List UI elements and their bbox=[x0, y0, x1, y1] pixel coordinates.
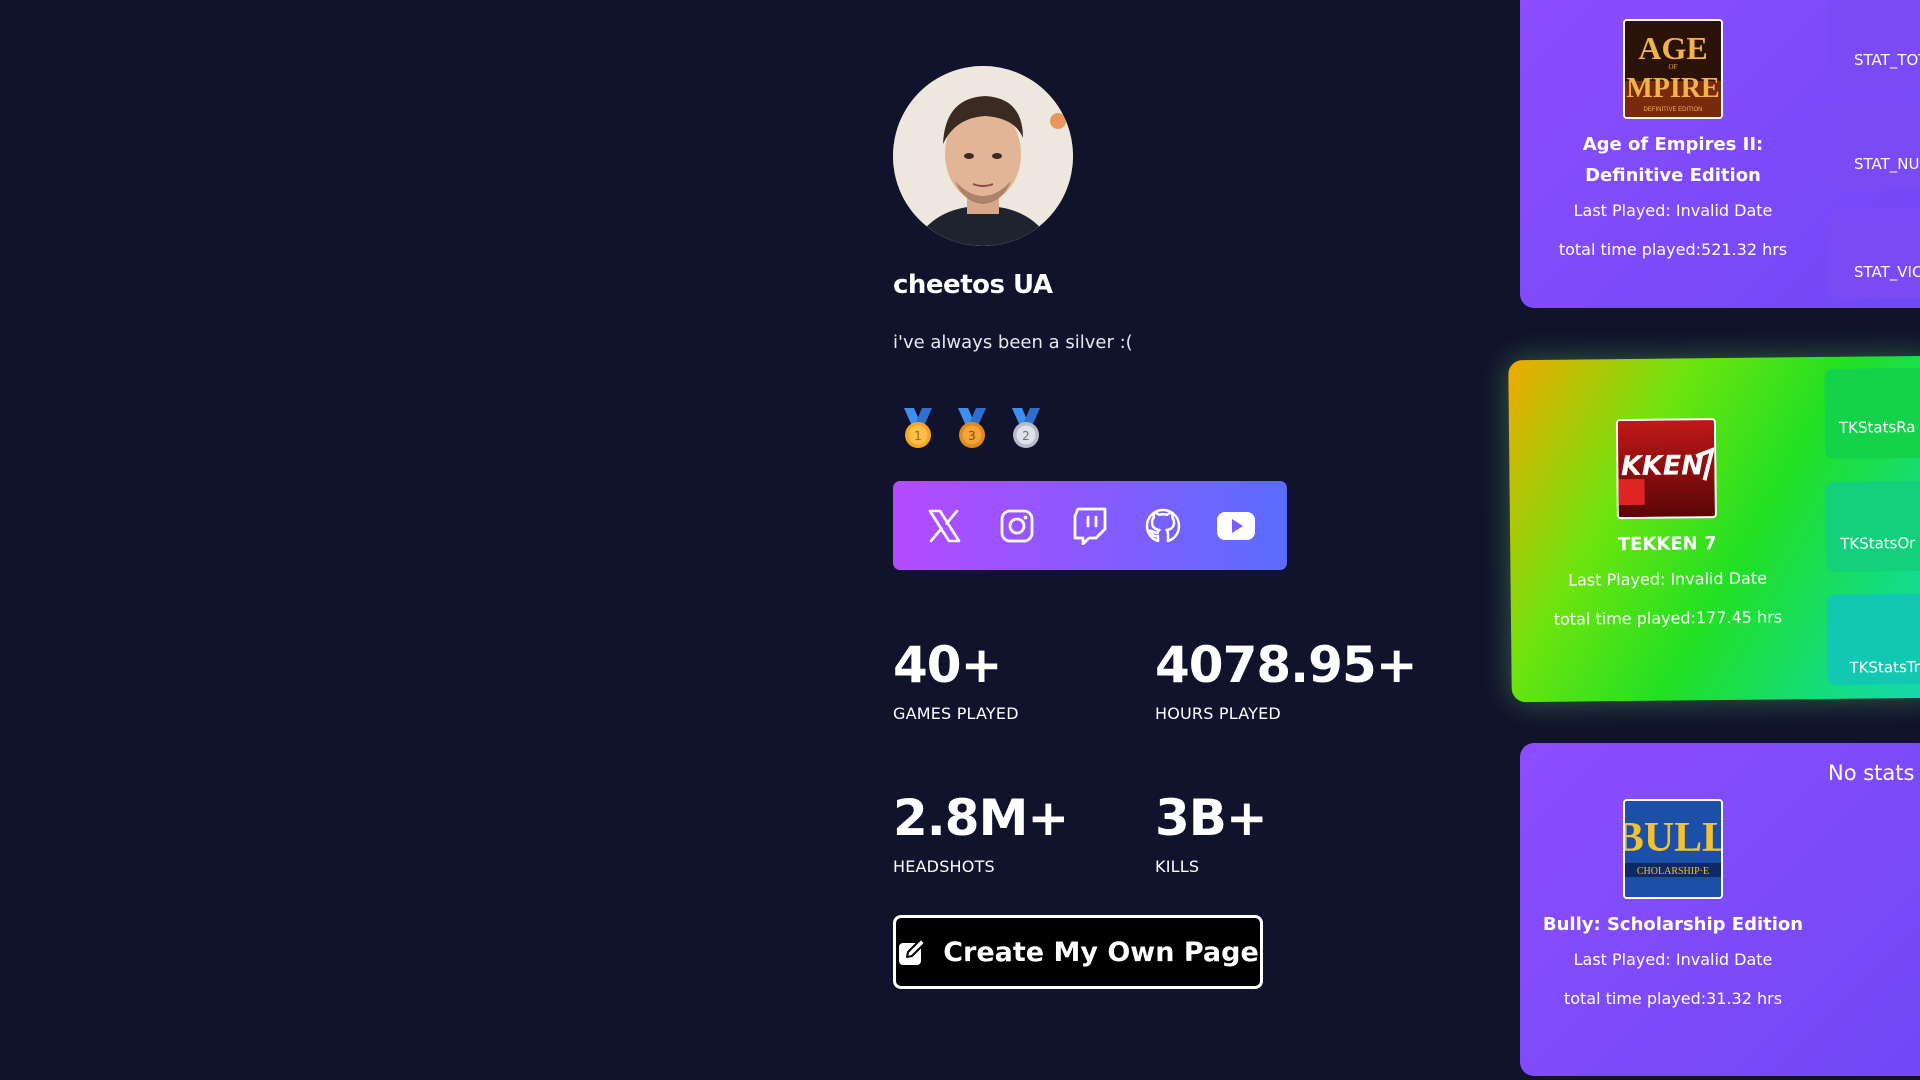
medal-icon: 2 bbox=[1012, 408, 1040, 448]
edit-icon bbox=[899, 938, 927, 965]
svg-text:KKEN: KKEN bbox=[1621, 450, 1705, 482]
game-title: Bully: Scholarship Edition bbox=[1542, 914, 1804, 935]
last-played: Last Played: Invalid Date bbox=[1573, 950, 1773, 969]
svg-text:BULL: BULL bbox=[1625, 815, 1721, 861]
game-cover: BULL CHOLARSHIP·E bbox=[1623, 799, 1723, 899]
stat-hours-played: 4078.95+ HOURS PLAYED bbox=[1155, 636, 1418, 723]
stat-value: 2.8M+ bbox=[893, 789, 1069, 847]
medal-icon: 1 bbox=[904, 408, 932, 448]
stat-tile: TKStatsTr bbox=[1826, 593, 1920, 685]
stat-tile: STAT_TOT bbox=[1828, 0, 1920, 90]
display-name: cheetos UA bbox=[893, 270, 1053, 300]
svg-text:MPIRE: MPIRE bbox=[1626, 73, 1719, 104]
svg-text:2: 2 bbox=[1022, 429, 1030, 443]
total-time: total time played:31.32 hrs bbox=[1563, 989, 1783, 1008]
svg-text:AGE: AGE bbox=[1638, 30, 1707, 66]
game-card[interactable]: AGE OF MPIRE DEFINITIVE EDITION Age of E… bbox=[1520, 0, 1920, 308]
svg-text:DEFINITIVE EDITION: DEFINITIVE EDITION bbox=[1643, 107, 1702, 113]
avatar bbox=[893, 66, 1073, 246]
github-icon[interactable] bbox=[1143, 506, 1183, 546]
no-stats-text: No stats f bbox=[1828, 761, 1920, 785]
stat-headshots: 2.8M+ HEADSHOTS bbox=[893, 789, 1069, 876]
profile-page: cheetos UA i've always been a silver :( … bbox=[0, 0, 1920, 1080]
game-info: AGE OF MPIRE DEFINITIVE EDITION Age of E… bbox=[1538, 19, 1808, 269]
instagram-icon[interactable] bbox=[997, 506, 1037, 546]
youtube-icon[interactable] bbox=[1216, 506, 1256, 546]
total-time: total time played:177.45 hrs bbox=[1553, 607, 1783, 629]
stat-games-played: 40+ GAMES PLAYED bbox=[893, 640, 1019, 723]
stat-tile: 2 TKStatsRa bbox=[1824, 367, 1920, 459]
game-title: Age of Empires II: Definitive Edition bbox=[1582, 134, 1764, 186]
game-card[interactable]: No stats f BULL CHOLARSHIP·E Bully: Scho… bbox=[1520, 743, 1920, 1076]
svg-text:CHOLARSHIP·E: CHOLARSHIP·E bbox=[1637, 866, 1709, 877]
x-icon[interactable] bbox=[924, 506, 964, 546]
stat-tile: STAT_NUM bbox=[1828, 100, 1920, 190]
stat-tile-label: TKStatsRa bbox=[1838, 417, 1916, 437]
stat-value: 3B+ bbox=[1155, 789, 1268, 847]
stat-label: GAMES PLAYED bbox=[893, 704, 1019, 723]
stat-tile-value: 2 bbox=[1839, 396, 1920, 415]
create-own-page-button[interactable]: Create My Own Page bbox=[893, 915, 1263, 989]
medal-row: 1 3 2 bbox=[898, 408, 1046, 450]
stat-tile: STAT_VICT bbox=[1828, 208, 1920, 298]
social-links-bar bbox=[893, 481, 1287, 570]
game-info: KKEN TEKKEN 7 Last Played: Invalid Date … bbox=[1531, 417, 1803, 639]
game-cover: KKEN bbox=[1615, 418, 1717, 520]
bio-text: i've always been a silver :( bbox=[893, 332, 1133, 353]
medal-icon: 3 bbox=[958, 408, 986, 448]
stat-value: 4078.95+ bbox=[1155, 636, 1418, 694]
game-info: BULL CHOLARSHIP·E Bully: Scholarship Edi… bbox=[1538, 799, 1808, 1018]
stat-label: HEADSHOTS bbox=[893, 857, 995, 876]
svg-text:3: 3 bbox=[968, 429, 976, 443]
stat-label: KILLS bbox=[1155, 857, 1200, 876]
game-cover: AGE OF MPIRE DEFINITIVE EDITION bbox=[1623, 19, 1723, 119]
last-played: Last Played: Invalid Date bbox=[1573, 201, 1773, 220]
stat-value: 40+ bbox=[893, 636, 1002, 694]
stat-label: HOURS PLAYED bbox=[1155, 704, 1281, 723]
game-title: TEKKEN 7 bbox=[1617, 533, 1717, 556]
stat-tile: TKStatsOr bbox=[1825, 480, 1920, 572]
total-time: total time played:521.32 hrs bbox=[1558, 240, 1788, 259]
twitch-icon[interactable] bbox=[1070, 506, 1110, 546]
stat-kills: 3B+ KILLS bbox=[1155, 789, 1268, 876]
create-own-page-label: Create My Own Page bbox=[943, 936, 1259, 968]
svg-text:1: 1 bbox=[914, 429, 922, 443]
game-card[interactable]: KKEN TEKKEN 7 Last Played: Invalid Date … bbox=[1508, 355, 1920, 703]
last-played: Last Played: Invalid Date bbox=[1568, 568, 1767, 590]
svg-text:OF: OF bbox=[1669, 63, 1678, 71]
